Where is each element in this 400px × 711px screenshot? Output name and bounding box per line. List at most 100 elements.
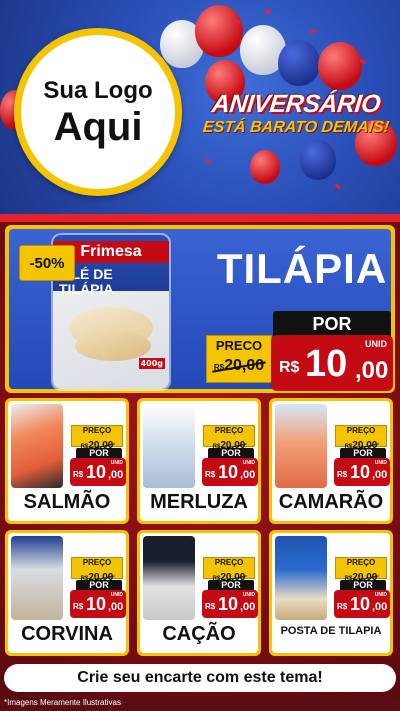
discount-badge: -50%: [19, 245, 75, 281]
confetti-icon: [264, 8, 272, 15]
balloon-icon: [300, 140, 336, 180]
new-price-tag: UNID R$ 10 ,00: [70, 590, 126, 618]
confetti-icon: [205, 158, 211, 165]
product-card[interactable]: PREÇO R$20,00 POR UNID R$ 10 ,00 CORVINA: [5, 530, 129, 656]
currency-symbol: R$: [73, 470, 84, 479]
price-decimal: ,00: [240, 601, 256, 613]
balloon-icon: [318, 42, 362, 90]
old-price-tag: PREÇO R$20,00: [203, 557, 255, 583]
disclaimer-text: *Imagens Meramente Ilustrativas: [4, 698, 121, 707]
package-weight: 400g: [138, 358, 165, 369]
price-integer: 10: [350, 594, 371, 614]
product-name: CORVINA: [21, 623, 113, 645]
new-price-tag: UNID R$ 10 ,00: [334, 458, 390, 486]
old-price-label: PREÇO: [214, 558, 244, 567]
price-decimal: ,00: [108, 601, 124, 613]
price-decimal: ,00: [108, 469, 124, 481]
old-price-label: PRECO: [215, 338, 263, 353]
currency-symbol: R$: [279, 359, 300, 376]
new-price-tag: UNID R$ 10 ,00: [202, 590, 258, 618]
price-integer: 10: [305, 343, 348, 385]
currency-symbol: R$: [205, 602, 216, 611]
confetti-icon: [334, 183, 342, 190]
product-card-panel: PREÇO R$20,00 POR UNID R$ 10 ,00 CAÇÃO: [140, 533, 258, 653]
price-decimal: ,00: [355, 357, 389, 384]
price-integer: 10: [350, 462, 371, 482]
price-integer: 10: [218, 594, 239, 614]
currency-symbol: R$: [205, 470, 216, 479]
product-name: SALMÃO: [23, 491, 111, 513]
unit-label: UNID: [110, 460, 123, 466]
featured-product-name: TILÁPIA: [216, 245, 388, 292]
old-price-value: 20,00: [224, 357, 265, 374]
old-price-tag: PREÇO R$20,00: [71, 425, 123, 451]
product-name: POSTA DE TILAPIA: [280, 625, 382, 637]
product-card-panel: PREÇO R$20,00 POR UNID R$ 10 ,00 POSTA D…: [272, 533, 390, 653]
featured-product-card[interactable]: Frimesa FILÉ DE TILÁPIA 400g -50% TILÁPI…: [5, 225, 395, 393]
product-name: MERLUZA: [150, 491, 248, 513]
product-card-panel: PREÇO R$20,00 POR UNID R$ 10 ,00 SALMÃO: [8, 401, 126, 521]
unit-label: UNID: [110, 592, 123, 598]
product-card-panel: PREÇO R$20,00 POR UNID R$ 10 ,00 CAMARÃO: [272, 401, 390, 521]
price-integer: 10: [86, 594, 107, 614]
shrimp-package-icon: [275, 404, 327, 488]
new-price-tag: UNID R$ 10 ,00: [70, 458, 126, 486]
unit-label: UNID: [374, 592, 387, 598]
price-integer: 10: [86, 462, 107, 482]
currency-symbol: R$: [73, 602, 84, 611]
product-card-panel: PREÇO R$20,00 POR UNID R$ 10 ,00 CORVINA: [8, 533, 126, 653]
currency-symbol: R$: [337, 602, 348, 611]
por-label: POR: [273, 311, 391, 337]
price-decimal: ,00: [240, 469, 256, 481]
new-price-tag: UNID R$ 10 ,00: [202, 458, 258, 486]
balloon-icon: [195, 5, 243, 57]
cacao-package-icon: [143, 536, 195, 620]
confetti-icon: [309, 29, 317, 34]
cta-banner[interactable]: Crie seu encarte com este tema!: [4, 664, 396, 692]
balloon-icon: [278, 40, 320, 86]
logo-text-line2: Aqui: [53, 105, 143, 149]
old-price-label: PREÇO: [214, 426, 244, 435]
unit-label: UNID: [365, 339, 387, 349]
salmon-package-icon: [11, 404, 63, 488]
anniversary-subtitle: ESTÁ BARATO DEMAIS!: [202, 119, 390, 136]
unit-label: UNID: [374, 460, 387, 466]
tilapia-steak-package-icon: [275, 536, 327, 620]
product-card[interactable]: PREÇO R$20,00 POR UNID R$ 10 ,00 SALMÃO: [5, 398, 129, 524]
new-price-tag: UNID R$ 10 ,00: [334, 590, 390, 618]
old-price-currency: R$: [213, 363, 225, 372]
balloon-icon: [250, 150, 280, 184]
product-card-panel: PREÇO R$20,00 POR UNID R$ 10 ,00 MERLUZA: [140, 401, 258, 521]
old-price-tag: PRECO R$20,00: [206, 335, 272, 383]
currency-symbol: R$: [337, 470, 348, 479]
price-decimal: ,00: [372, 601, 388, 613]
old-price-tag: PREÇO R$20,00: [335, 557, 387, 583]
old-price-label: PREÇO: [346, 558, 376, 567]
product-card[interactable]: PREÇO R$20,00 POR UNID R$ 10 ,00 POSTA D…: [269, 530, 393, 656]
featured-product-panel: Frimesa FILÉ DE TILÁPIA 400g -50% TILÁPI…: [9, 229, 393, 391]
corvina-package-icon: [11, 536, 63, 620]
old-price-label: PREÇO: [82, 558, 112, 567]
old-price: R$20,00: [214, 357, 264, 375]
fish-fillet-icon: [75, 331, 151, 361]
old-price-tag: PREÇO R$20,00: [71, 557, 123, 583]
logo-text-line1: Sua Logo: [43, 77, 153, 104]
new-price-tag: UNID R$ 10 ,00: [271, 335, 393, 391]
old-price-tag: PREÇO R$20,00: [203, 425, 255, 451]
unit-label: UNID: [242, 592, 255, 598]
merluza-package-icon: [143, 404, 195, 488]
old-price-tag: PREÇO R$20,00: [335, 425, 387, 451]
old-price-label: PREÇO: [82, 426, 112, 435]
product-card[interactable]: PREÇO R$20,00 POR UNID R$ 10 ,00 MERLUZA: [137, 398, 261, 524]
product-name: CAMARÃO: [278, 491, 384, 513]
anniversary-title: ANIVERSÁRIO: [210, 90, 382, 118]
product-card[interactable]: PREÇO R$20,00 POR UNID R$ 10 ,00 CAÇÃO: [137, 530, 261, 656]
divider-stripe: [0, 214, 400, 222]
price-decimal: ,00: [372, 469, 388, 481]
header-banner: Sua Logo Aqui ANIVERSÁRIO ESTÁ BARATO DE…: [0, 0, 400, 220]
anniversary-title-block: ANIVERSÁRIO ESTÁ BARATO DEMAIS!: [196, 90, 396, 137]
unit-label: UNID: [242, 460, 255, 466]
old-price-label: PREÇO: [346, 426, 376, 435]
product-card[interactable]: PREÇO R$20,00 POR UNID R$ 10 ,00 CAMARÃO: [269, 398, 393, 524]
logo-placeholder[interactable]: Sua Logo Aqui: [14, 28, 182, 196]
